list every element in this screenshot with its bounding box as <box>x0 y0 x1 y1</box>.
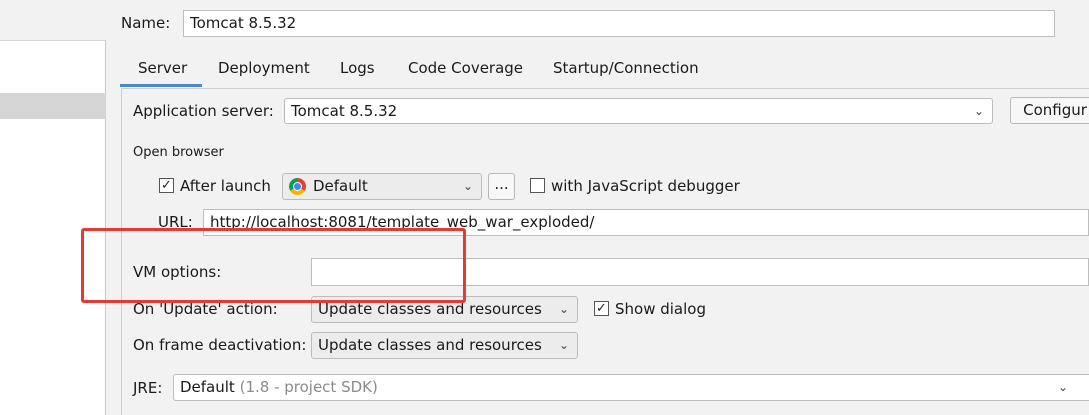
configure-button[interactable]: Configur <box>1010 97 1089 124</box>
active-tab-indicator <box>120 84 202 87</box>
jre-select[interactable]: Default (1.8 - project SDK) ⌄ <box>173 374 1089 401</box>
tab-code-coverage[interactable]: Code Coverage <box>408 58 523 80</box>
chevron-down-icon: ⌄ <box>558 338 569 352</box>
tab-deployment[interactable]: Deployment <box>218 58 310 80</box>
js-debugger-label: with JavaScript debugger <box>551 177 740 195</box>
name-label: Name: <box>121 14 171 32</box>
config-tree-selected-item[interactable] <box>0 93 106 119</box>
after-launch-label: After launch <box>180 177 271 195</box>
jre-hint: (1.8 - project SDK) <box>239 378 378 396</box>
on-frame-deactivation-value: Update classes and resources <box>318 336 542 354</box>
after-launch-checkbox[interactable]: ✓ <box>159 178 174 193</box>
name-input[interactable]: Tomcat 8.5.32 <box>183 10 1055 37</box>
app-server-select[interactable]: Tomcat 8.5.32 ⌄ <box>284 98 993 124</box>
chevron-down-icon: ⌄ <box>462 179 473 193</box>
app-server-value: Tomcat 8.5.32 <box>291 102 398 120</box>
on-frame-deactivation-label: On frame deactivation: <box>133 336 307 354</box>
chevron-down-icon: ⌄ <box>1057 380 1068 394</box>
tab-logs[interactable]: Logs <box>340 58 375 80</box>
tab-startup-connection[interactable]: Startup/Connection <box>553 58 699 80</box>
jre-label: JRE: <box>133 379 163 397</box>
show-dialog-checkbox[interactable]: ✓ <box>594 301 609 316</box>
annotation-highlight-box <box>81 228 466 303</box>
js-debugger-checkbox[interactable] <box>530 178 545 193</box>
chevron-down-icon: ⌄ <box>558 302 569 316</box>
chevron-down-icon: ⌄ <box>973 104 984 118</box>
browse-ellipsis-button[interactable]: ... <box>488 173 515 200</box>
check-icon: ✓ <box>161 178 172 193</box>
on-frame-deactivation-select[interactable]: Update classes and resources ⌄ <box>311 332 578 359</box>
show-dialog-label: Show dialog <box>615 300 706 318</box>
open-browser-section-label: Open browser <box>133 145 224 160</box>
jre-value: Default <box>180 378 235 396</box>
chrome-icon <box>289 178 306 195</box>
tab-server[interactable]: Server <box>138 58 187 80</box>
app-server-label: Application server: <box>133 102 274 120</box>
check-icon: ✓ <box>596 301 607 316</box>
browser-select[interactable]: Default ⌄ <box>282 173 482 200</box>
